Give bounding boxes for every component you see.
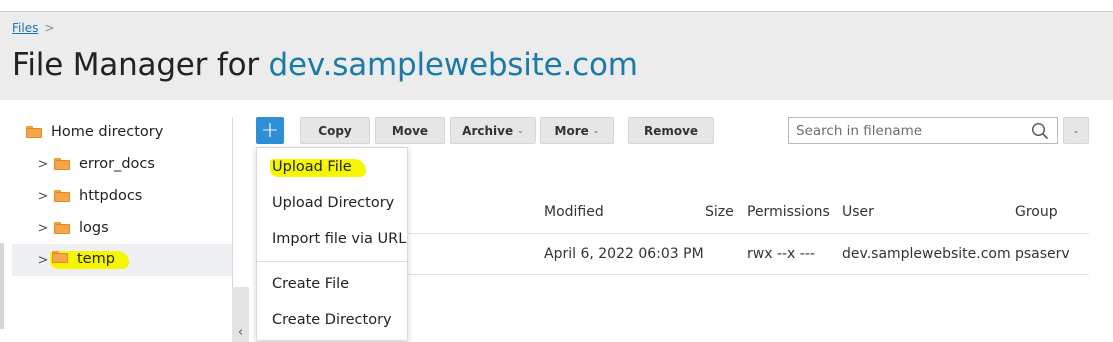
chevron-down-icon: ⌄	[517, 126, 524, 135]
column-header-size[interactable]: Size	[705, 204, 734, 220]
highlight-marker: temp	[50, 251, 129, 269]
folder-icon	[54, 222, 70, 234]
chevron-right-icon[interactable]: >	[38, 221, 49, 236]
menu-item-import-url[interactable]: Import file via URL	[272, 231, 406, 247]
chevron-left-icon: ‹	[237, 325, 244, 340]
cell-permissions[interactable]: rwx --x ---	[747, 246, 815, 262]
chevron-right-icon[interactable]: >	[38, 189, 49, 204]
menu-item-label: Upload File	[270, 159, 366, 177]
menu-item-upload-file[interactable]: Upload File	[270, 159, 366, 177]
page-title: File Manager for dev.samplewebsite.com	[12, 47, 638, 83]
collapse-tree-button[interactable]: ‹	[232, 287, 249, 342]
column-header-modified[interactable]: Modified	[544, 204, 604, 220]
more-button[interactable]: More ⌄	[540, 117, 614, 144]
cell-group: psaserv	[1015, 246, 1070, 262]
menu-divider	[257, 261, 407, 262]
tree-item-temp[interactable]: > temp	[12, 244, 232, 276]
more-button-label: More	[554, 123, 589, 138]
remove-button[interactable]: Remove	[628, 117, 714, 144]
add-button[interactable]: +	[256, 117, 284, 144]
column-header-user[interactable]: User	[842, 204, 874, 220]
folder-icon	[26, 126, 42, 138]
page-header: Files > File Manager for dev.samplewebsi…	[0, 12, 1113, 100]
tree-item-label: httpdocs	[79, 188, 143, 204]
page-title-prefix: File Manager for	[12, 47, 269, 83]
folder-icon	[54, 158, 70, 170]
move-button-label: Move	[391, 123, 429, 138]
tree-item-label: temp	[77, 251, 115, 267]
cell-user: dev.samplewebsite.com	[842, 246, 1011, 262]
chevron-right-icon[interactable]: >	[38, 157, 49, 172]
tree-item-httpdocs[interactable]: > httpdocs	[38, 180, 143, 212]
breadcrumb-separator: >	[44, 21, 55, 35]
breadcrumb: Files >	[12, 21, 54, 35]
chevron-down-icon: ⌄	[1072, 126, 1080, 135]
folder-icon	[54, 190, 70, 202]
remove-button-label: Remove	[643, 123, 699, 138]
folder-icon	[52, 251, 68, 263]
search-input[interactable]	[796, 122, 1026, 139]
tree-item-home[interactable]: Home directory	[26, 116, 163, 148]
menu-item-create-directory[interactable]: Create Directory	[272, 312, 392, 328]
tree-item-label: error_docs	[79, 156, 155, 172]
column-header-permissions[interactable]: Permissions	[747, 204, 830, 220]
tree-item-label: logs	[79, 220, 109, 236]
copy-button-label: Copy	[318, 123, 352, 138]
move-button[interactable]: Move	[375, 117, 445, 144]
tree-item-label: Home directory	[51, 124, 164, 140]
add-dropdown-menu: Upload File Upload Directory Import file…	[256, 147, 408, 341]
search-icon[interactable]	[1031, 122, 1049, 140]
column-header-group[interactable]: Group	[1015, 204, 1058, 220]
archive-button[interactable]: Archive ⌄	[450, 117, 536, 144]
tree-item-logs[interactable]: > logs	[38, 212, 109, 244]
tree-item-error-docs[interactable]: > error_docs	[38, 148, 155, 180]
menu-item-upload-directory[interactable]: Upload Directory	[272, 195, 394, 211]
cell-modified: April 6, 2022 06:03 PM	[544, 246, 704, 262]
breadcrumb-files-link[interactable]: Files	[12, 21, 38, 35]
chevron-down-icon: ⌄	[592, 126, 600, 135]
search-options-button[interactable]: ⌄	[1063, 117, 1089, 144]
menu-item-create-file[interactable]: Create File	[272, 276, 349, 292]
search-box	[788, 117, 1058, 144]
tree-scroll-edge	[0, 243, 4, 329]
archive-button-label: Archive	[462, 123, 514, 138]
page-title-domain: dev.samplewebsite.com	[268, 47, 638, 83]
chevron-right-icon[interactable]: >	[38, 253, 49, 268]
copy-button[interactable]: Copy	[300, 117, 370, 144]
